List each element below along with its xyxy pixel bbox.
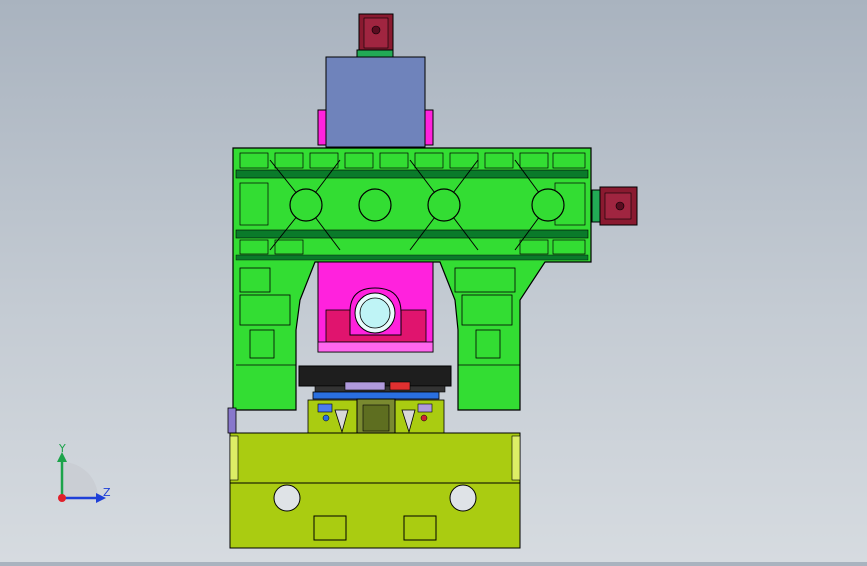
- z-axis-label: Z: [103, 486, 111, 499]
- side-motor-cap: [591, 186, 638, 226]
- x-axis-origin: [58, 494, 66, 502]
- y-axis-label: Y: [59, 442, 66, 455]
- triad-graphic: [57, 452, 106, 503]
- axis-triad: Y Z: [40, 440, 120, 510]
- motor-housing: [317, 56, 434, 148]
- slide-block: [317, 261, 434, 353]
- upper-die-plate: [298, 365, 452, 400]
- cad-viewport[interactable]: [0, 0, 867, 562]
- punch-tooling: [307, 398, 445, 438]
- side-stop-block: [227, 407, 237, 434]
- press-machine-model[interactable]: [0, 0, 867, 562]
- top-motor-cap: [356, 13, 394, 59]
- base-bolster: [229, 432, 521, 549]
